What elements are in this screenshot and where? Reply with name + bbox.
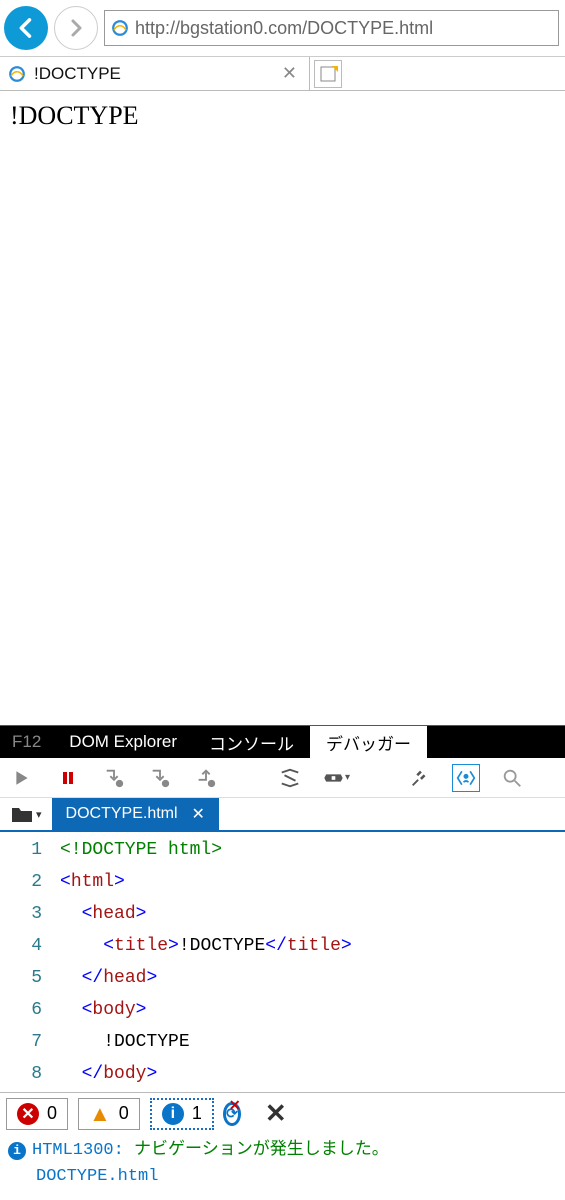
code-line[interactable]: 6 <body> xyxy=(0,994,565,1026)
line-number: 5 xyxy=(0,962,60,994)
console-code: HTML1300: xyxy=(32,1141,134,1160)
devtools-tabs: F12 DOM Explorer コンソール デバッガー xyxy=(0,726,565,758)
console-file-link[interactable]: DOCTYPE.html xyxy=(8,1164,557,1190)
info-count[interactable]: i 1 xyxy=(150,1098,214,1130)
warnings-value: 0 xyxy=(119,1103,129,1124)
disconnect-button[interactable] xyxy=(406,764,434,792)
code-line[interactable]: 7 !DOCTYPE xyxy=(0,1026,565,1058)
line-content: </body> xyxy=(60,1058,157,1090)
line-number: 1 xyxy=(0,834,60,866)
info-value: 1 xyxy=(192,1103,202,1124)
code-editor[interactable]: 1<!DOCTYPE html>2<html>3 <head>4 <title>… xyxy=(0,832,565,1092)
warning-icon: ▲ xyxy=(89,1101,111,1127)
code-line[interactable]: 2<html> xyxy=(0,866,565,898)
console-output: i HTML1300: ナビゲーションが発生しました。 DOCTYPE.html xyxy=(0,1134,565,1200)
tab-more[interactable] xyxy=(427,726,443,758)
line-content: </head> xyxy=(60,962,157,994)
warnings-count[interactable]: ▲ 0 xyxy=(78,1098,140,1130)
errors-value: 0 xyxy=(47,1103,57,1124)
page-content: !DOCTYPE xyxy=(0,91,565,725)
file-tab[interactable]: DOCTYPE.html ✕ xyxy=(52,798,219,830)
tab-debugger[interactable]: デバッガー xyxy=(310,726,427,758)
tab-close-button[interactable]: ✕ xyxy=(278,63,301,84)
line-content: <title>!DOCTYPE</title> xyxy=(60,930,352,962)
tab-dom-explorer[interactable]: DOM Explorer xyxy=(53,726,193,758)
line-content: <!DOCTYPE html> xyxy=(60,834,222,866)
line-content: !DOCTYPE xyxy=(60,1026,190,1058)
address-bar[interactable]: http://bgstation0.com/DOCTYPE.html xyxy=(104,10,559,46)
pause-button[interactable] xyxy=(54,764,82,792)
code-line[interactable]: 8 </body> xyxy=(0,1058,565,1090)
pretty-print-button[interactable] xyxy=(498,764,526,792)
code-line[interactable]: 1<!DOCTYPE html> xyxy=(0,834,565,866)
url-text[interactable]: http://bgstation0.com/DOCTYPE.html xyxy=(135,18,552,39)
code-line[interactable]: 5 </head> xyxy=(0,962,565,994)
f12-label: F12 xyxy=(0,726,53,758)
errors-count[interactable]: ✕ 0 xyxy=(6,1098,68,1130)
status-bar: ✕ 0 ▲ 0 i 1 ⟳ ✕ ✕ xyxy=(0,1092,565,1134)
page-heading: !DOCTYPE xyxy=(10,101,555,131)
forward-button[interactable] xyxy=(54,6,98,50)
back-button[interactable] xyxy=(4,6,48,50)
line-number: 6 xyxy=(0,994,60,1026)
line-number: 8 xyxy=(0,1058,60,1090)
tab-console[interactable]: コンソール xyxy=(193,726,310,758)
line-content: <head> xyxy=(60,898,146,930)
debugger-toolbar: ▾ xyxy=(0,758,565,798)
line-number: 2 xyxy=(0,866,60,898)
just-my-code-button[interactable] xyxy=(452,764,480,792)
clear-button[interactable]: ✕ xyxy=(262,1100,290,1128)
info-icon: i xyxy=(8,1142,26,1160)
tab-bar: !DOCTYPE ✕ xyxy=(0,57,565,91)
refresh-button[interactable]: ⟳ ✕ xyxy=(224,1100,252,1128)
file-close-button[interactable]: ✕ xyxy=(192,804,205,824)
step-out-button[interactable] xyxy=(192,764,220,792)
ie-icon xyxy=(111,19,129,37)
line-content: <html> xyxy=(60,866,125,898)
continue-button[interactable] xyxy=(8,764,36,792)
tab-title: !DOCTYPE xyxy=(34,64,270,84)
exception-button[interactable]: ▾ xyxy=(322,764,350,792)
browser-tab[interactable]: !DOCTYPE ✕ xyxy=(0,57,310,90)
info-icon: i xyxy=(162,1103,184,1125)
code-line[interactable]: 3 <head> xyxy=(0,898,565,930)
line-content: <body> xyxy=(60,994,146,1026)
code-line[interactable]: 4 <title>!DOCTYPE</title> xyxy=(0,930,565,962)
file-name: DOCTYPE.html xyxy=(66,805,178,823)
console-message: ナビゲーションが発生しました。 xyxy=(134,1141,389,1160)
devtools: F12 DOM Explorer コンソール デバッガー ▾ ▾ DOCTYPE… xyxy=(0,725,565,1200)
line-number: 4 xyxy=(0,930,60,962)
break-toggle-button[interactable] xyxy=(276,764,304,792)
file-tab-row: ▾ DOCTYPE.html ✕ xyxy=(0,798,565,832)
new-tab-button[interactable] xyxy=(314,60,342,88)
step-into-button[interactable] xyxy=(100,764,128,792)
open-file-button[interactable]: ▾ xyxy=(0,804,52,824)
nav-bar: http://bgstation0.com/DOCTYPE.html xyxy=(0,0,565,57)
step-over-button[interactable] xyxy=(146,764,174,792)
line-number: 3 xyxy=(0,898,60,930)
error-icon: ✕ xyxy=(17,1103,39,1125)
ie-icon xyxy=(8,65,26,83)
line-number: 7 xyxy=(0,1026,60,1058)
